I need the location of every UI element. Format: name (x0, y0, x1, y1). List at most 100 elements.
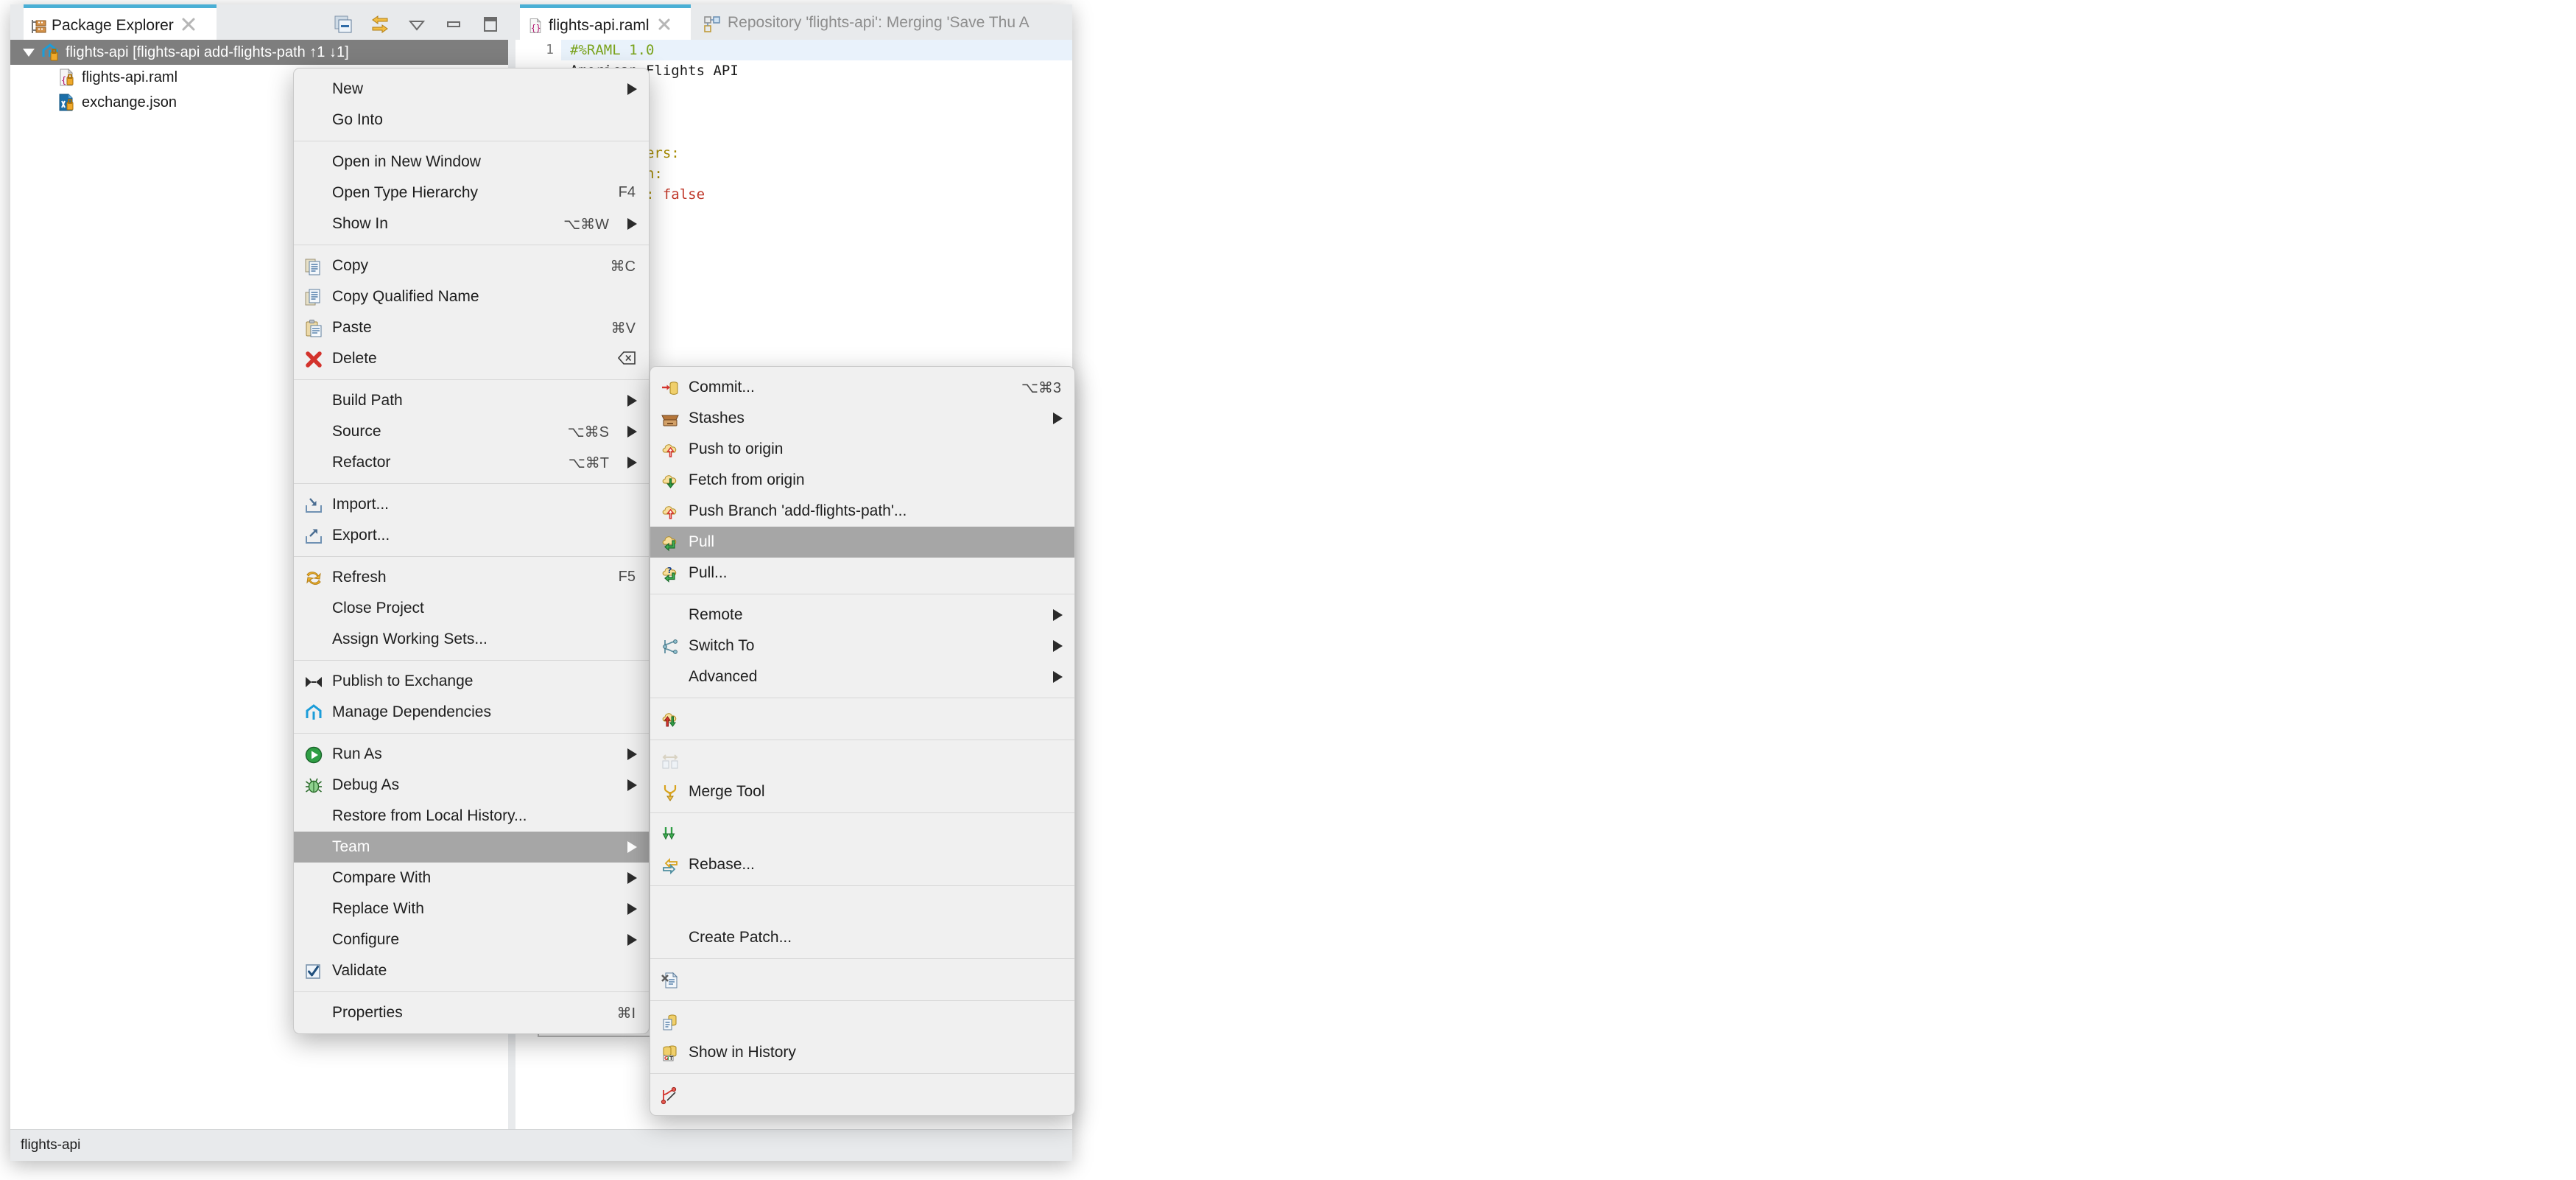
close-icon[interactable] (180, 16, 197, 32)
paste-icon (304, 319, 323, 338)
menu-item-push-branch[interactable]: Push Branch 'add-flights-path'... (650, 496, 1074, 527)
line-number: 1 (515, 40, 561, 60)
expand-arrow-icon[interactable] (21, 44, 37, 60)
menu-item-reset[interactable]: Rebase... (650, 849, 1074, 880)
menu-item-replace-with[interactable]: Replace With (294, 893, 649, 924)
tree-item-label: flights-api.raml (82, 69, 178, 85)
menu-item-shortcut: ⌥⌘W (563, 217, 609, 233)
menu-item-switch-to[interactable]: Switch To (650, 631, 1074, 661)
menu-item-assign-working-sets[interactable]: Assign Working Sets... (294, 624, 649, 655)
menu-item-shortcut: ⌘V (610, 320, 636, 337)
menu-item-apply-patch[interactable]: Create Patch... (650, 922, 1074, 953)
tab-package-explorer[interactable]: Package Explorer (24, 4, 217, 40)
menu-item-open-in-new-window[interactable]: Open in New Window (294, 147, 649, 178)
menu-item-label: Run As (332, 745, 382, 762)
menu-item-label: Push to origin (689, 440, 784, 457)
menu-item-label: Refresh (332, 569, 387, 586)
editor-tabbar: {} flights-api.raml Repository 'flights-… (515, 4, 1072, 40)
menu-item-label: Pull... (689, 564, 728, 581)
delete-x-icon (304, 350, 323, 369)
menu-item-close-project[interactable]: Close Project (294, 593, 649, 624)
menu-item-label: Copy Qualified Name (332, 288, 479, 305)
menu-item-new[interactable]: New (294, 74, 649, 105)
menu-item-push-to-origin[interactable]: Push to origin (650, 434, 1074, 465)
minimize-icon[interactable] (443, 14, 464, 35)
history-icon (661, 1013, 680, 1032)
team-submenu[interactable]: Commit... ⌥⌘3 Stashes Push to origin Fet… (650, 366, 1075, 1116)
menu-item-copy-qualified-name[interactable]: Copy Qualified Name (294, 281, 649, 312)
menu-item-copy[interactable]: Copy ⌘C (294, 250, 649, 281)
menu-item-shortcut: ⌥⌘3 (1021, 380, 1061, 396)
submenu-arrow-icon (627, 457, 637, 468)
menu-item-go-into[interactable]: Go Into (294, 105, 649, 136)
tab-repository-merging[interactable]: Repository 'flights-api': Merging 'Save … (695, 7, 1072, 40)
menu-item-refresh[interactable]: Refresh F5 (294, 562, 649, 593)
submenu-arrow-icon (627, 903, 637, 915)
menu-item-team[interactable]: Team (294, 832, 649, 863)
menu-item-label: Create Patch... (689, 929, 792, 946)
tree-item-project[interactable]: flights-api [flights-api add-flights-pat… (10, 40, 511, 65)
menu-item-manage-dependencies[interactable]: Manage Dependencies (294, 697, 649, 728)
submenu-arrow-icon (627, 426, 637, 438)
tab-flights-api-raml[interactable]: {} flights-api.raml (520, 4, 691, 40)
menu-separator (294, 733, 649, 734)
menu-separator (294, 991, 649, 992)
close-icon[interactable] (657, 17, 672, 32)
reset-icon (661, 856, 680, 875)
run-icon (304, 745, 323, 765)
menu-item-compare-with[interactable]: Compare With (294, 863, 649, 893)
submenu-arrow-icon (627, 395, 637, 407)
menu-item-label: Open in New Window (332, 153, 481, 170)
menu-item-stashes[interactable]: Stashes (650, 403, 1074, 434)
collapse-all-icon[interactable] (333, 14, 353, 35)
menu-item-label: Assign Working Sets... (332, 631, 488, 647)
menu-item-disconnect[interactable] (650, 1079, 1074, 1110)
menu-item-debug-as[interactable]: Debug As (294, 770, 649, 801)
menu-item-fetch-from-origin[interactable]: Fetch from origin (650, 465, 1074, 496)
menu-item-source[interactable]: Source ⌥⌘S (294, 416, 649, 447)
menu-item-label: Close Project (332, 600, 424, 617)
menu-item-show-in[interactable]: Show In ⌥⌘W (294, 208, 649, 239)
menu-item-open-type-hierarchy[interactable]: Open Type Hierarchy F4 (294, 178, 649, 208)
menu-item-merge[interactable]: Merge Tool (650, 776, 1074, 807)
menu-item-shortcut: ⌥⌘T (568, 455, 609, 471)
push-cloud-icon (661, 440, 680, 460)
submenu-arrow-icon (627, 872, 637, 884)
menu-item-pull[interactable]: Pull (650, 527, 1074, 558)
menu-item-import[interactable]: Import... (294, 489, 649, 520)
menu-item-validate[interactable]: Validate (294, 955, 649, 986)
menu-item-delete[interactable]: Delete (294, 343, 649, 374)
menu-item-shortcut (617, 350, 636, 367)
switch-branch-icon (661, 637, 680, 656)
menu-item-create-patch[interactable] (650, 891, 1074, 922)
menu-item-rebase[interactable] (650, 818, 1074, 849)
menu-item-ignore[interactable] (650, 964, 1074, 995)
menu-item-refactor[interactable]: Refactor ⌥⌘T (294, 447, 649, 478)
menu-item-label: Commit... (689, 379, 755, 396)
menu-item-label: Copy (332, 257, 369, 274)
menu-item-pull-dialog[interactable]: ? Pull... (650, 558, 1074, 589)
menu-item-restore-from-local-history[interactable]: Restore from Local History... (294, 801, 649, 832)
menu-item-publish-to-exchange[interactable]: Publish to Exchange (294, 666, 649, 697)
menu-item-configure[interactable]: Configure (294, 924, 649, 955)
menu-item-synchronize-workspace[interactable] (650, 703, 1074, 734)
menu-item-show-in-history[interactable] (650, 1006, 1074, 1037)
view-menu-chevron-icon[interactable] (407, 14, 427, 35)
menu-item-show-in-repositories-view[interactable]: G I T Show in History (650, 1037, 1074, 1068)
maximize-icon[interactable] (480, 14, 501, 35)
code-line: 1 #%RAML 1.0 (515, 40, 1072, 60)
menu-item-run-as[interactable]: Run As (294, 739, 649, 770)
menu-item-label: Rebase... (689, 856, 755, 873)
link-with-editor-icon[interactable] (370, 14, 390, 35)
menu-item-properties[interactable]: Properties ⌘I (294, 997, 649, 1028)
menu-item-commit[interactable]: Commit... ⌥⌘3 (650, 372, 1074, 403)
project-context-menu[interactable]: New Go Into Open in New Window Open Type… (293, 68, 650, 1034)
disconnect-icon (661, 1086, 680, 1105)
menu-item-remote[interactable]: Remote (650, 600, 1074, 631)
menu-item-export[interactable]: Export... (294, 520, 649, 551)
menu-item-build-path[interactable]: Build Path (294, 385, 649, 416)
menu-item-paste[interactable]: Paste ⌘V (294, 312, 649, 343)
submenu-arrow-icon (1053, 640, 1063, 652)
menu-item-advanced[interactable]: Advanced (650, 661, 1074, 692)
raml-file-icon: {} (527, 17, 544, 35)
